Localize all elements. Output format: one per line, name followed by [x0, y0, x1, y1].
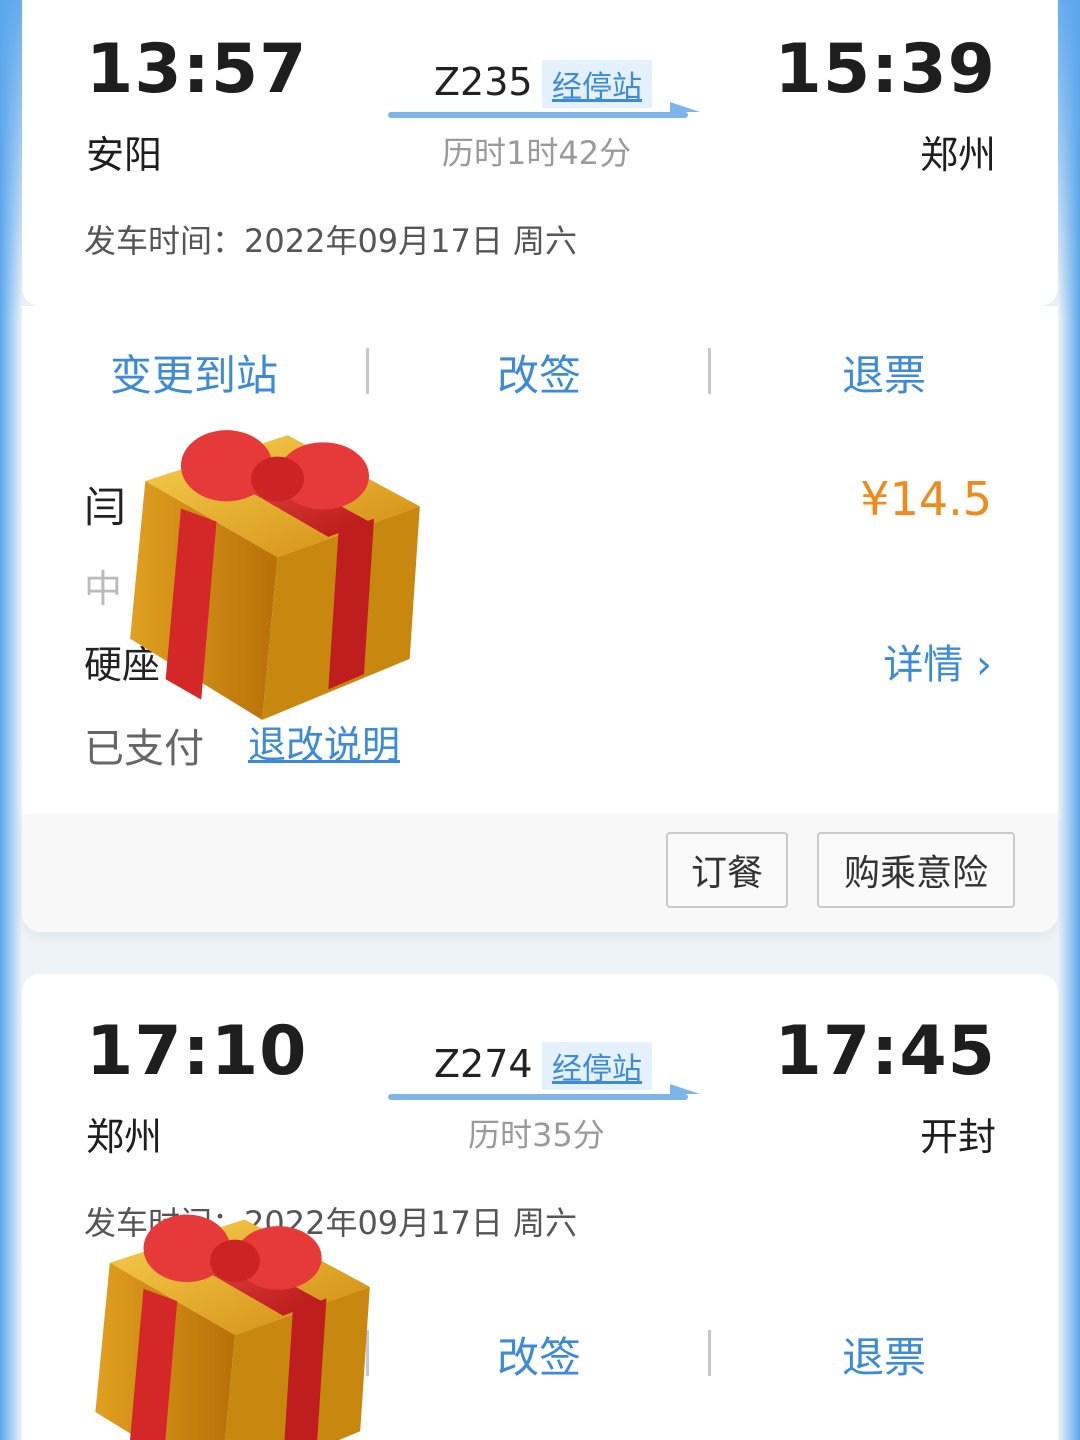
refund-button[interactable]: 退票	[842, 342, 926, 403]
depart-time: 17:10	[86, 1012, 308, 1091]
arrive-city: 开封	[919, 1115, 996, 1159]
depart-city: 郑州	[86, 1115, 163, 1159]
divider	[708, 348, 711, 394]
trip-duration: 历时1时42分	[442, 134, 632, 172]
trip-1-actions: 变更到站 改签 退票	[22, 306, 1058, 434]
depart-date: 发车时间：2022年09月17日 周六	[84, 222, 578, 260]
route-arrow-icon	[388, 1094, 688, 1100]
gift-emoji-icon	[130, 430, 420, 720]
depart-time: 13:57	[86, 30, 308, 109]
arrive-time: 17:45	[774, 1012, 996, 1091]
refund-button[interactable]: 退票	[842, 1324, 926, 1385]
route-arrow-icon	[388, 112, 688, 118]
gift-emoji-icon	[95, 1214, 370, 1440]
ticket-list-page: 13:57 安阳 Z235 经停站 历时1时42分 15:39 郑州 发车时间：…	[0, 0, 1080, 1440]
details-link[interactable]: 详情 ›	[883, 632, 992, 690]
stops-link[interactable]: 经停站	[542, 1042, 652, 1090]
divider	[366, 348, 369, 394]
train-number: Z274	[434, 1042, 533, 1086]
trip-card-1[interactable]: 13:57 安阳 Z235 经停站 历时1时42分 15:39 郑州 发车时间：…	[22, 0, 1058, 306]
stops-link[interactable]: 经停站	[542, 60, 652, 108]
reschedule-button[interactable]: 改签	[497, 342, 581, 403]
depart-city: 安阳	[86, 133, 163, 177]
train-number: Z235	[434, 60, 533, 104]
route-arrow-head	[670, 1084, 700, 1094]
ticket-type: 中	[84, 567, 123, 611]
ticket-price: ¥14.5	[860, 472, 992, 526]
divider	[708, 1330, 711, 1376]
buy-insurance-button[interactable]: 购乘意险	[817, 832, 1015, 908]
change-destination-button[interactable]: 变更到站	[110, 342, 278, 403]
order-meal-button[interactable]: 订餐	[666, 832, 788, 908]
route-arrow-head	[670, 102, 700, 112]
trip-1-footer: 订餐 购乘意险	[22, 814, 1058, 932]
arrive-time: 15:39	[774, 30, 996, 109]
arrive-city: 郑州	[919, 133, 996, 177]
reschedule-button[interactable]: 改签	[497, 1324, 581, 1385]
trip-duration: 历时35分	[468, 1116, 605, 1154]
passenger-name: 闫	[84, 483, 127, 532]
